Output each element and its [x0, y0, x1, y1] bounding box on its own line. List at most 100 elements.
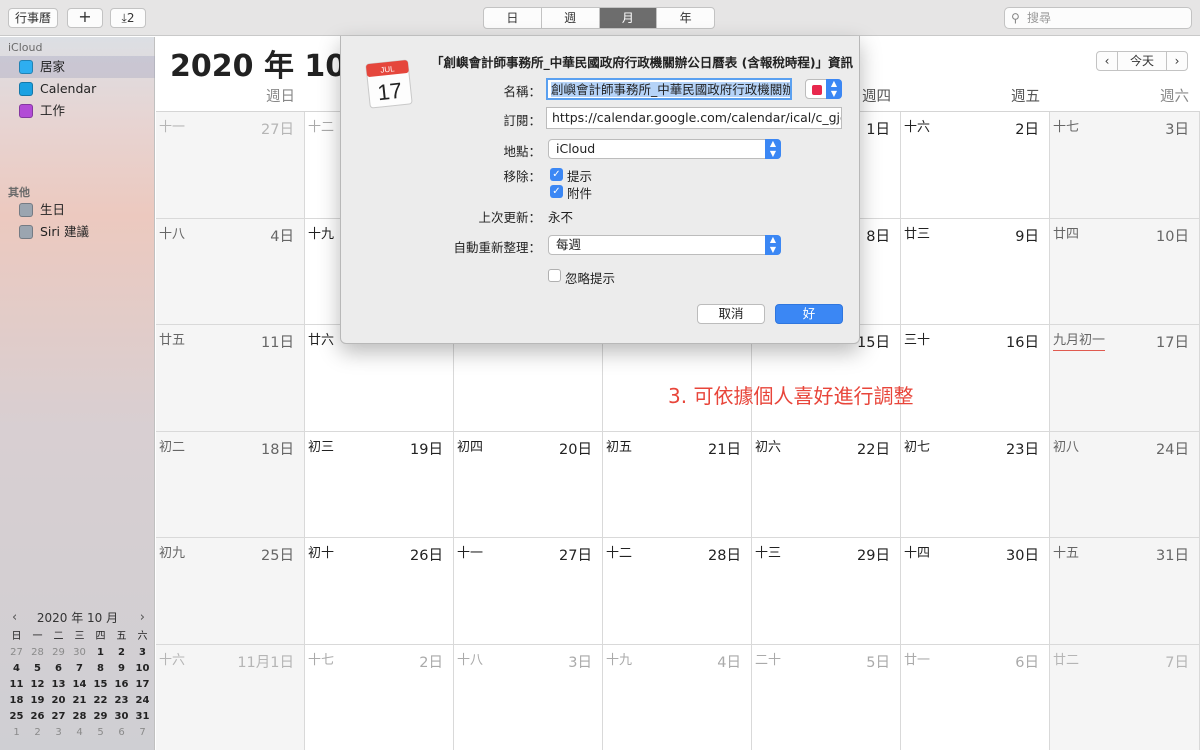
sidebar-item-work[interactable]: 工作 [0, 100, 155, 122]
mini-day[interactable]: 30 [111, 709, 132, 725]
day-cell[interactable]: 九月初一 17日 [1050, 325, 1200, 432]
calendar-color-swatch[interactable] [19, 203, 33, 217]
day-cell[interactable]: 初三 19日 [305, 431, 454, 538]
mini-day[interactable]: 12 [27, 677, 48, 693]
day-cell[interactable]: 二十 5日 [752, 644, 901, 750]
inbox-button[interactable]: ⤓2 [110, 8, 146, 28]
cancel-button[interactable]: 取消 [697, 304, 765, 324]
day-cell[interactable]: 廿二 7日 [1050, 644, 1200, 750]
mini-day[interactable]: 26 [27, 709, 48, 725]
day-cell[interactable]: 十七 3日 [1050, 112, 1200, 219]
day-cell[interactable]: 初四 20日 [454, 431, 603, 538]
mini-day[interactable]: 29 [90, 709, 111, 725]
mini-day[interactable]: 11 [6, 677, 27, 693]
day-cell[interactable]: 廿四 10日 [1050, 218, 1200, 325]
mini-day[interactable]: 6 [48, 661, 69, 677]
day-cell[interactable]: 十一 27日 [156, 112, 305, 219]
ok-button[interactable]: 好 [775, 304, 843, 324]
mini-day[interactable]: 5 [27, 661, 48, 677]
day-cell[interactable]: 初十 26日 [305, 538, 454, 645]
calendar-color-swatch[interactable] [19, 225, 33, 239]
sidebar-item-siri-suggestions[interactable]: Siri 建議 [0, 221, 155, 243]
mini-day[interactable]: 30 [69, 645, 90, 661]
day-cell[interactable]: 十一 27日 [454, 538, 603, 645]
auto-refresh-select[interactable]: 每週 ▲ ▼ [548, 235, 781, 255]
day-cell[interactable]: 十八 3日 [454, 644, 603, 750]
next-month-button[interactable]: › [1166, 51, 1188, 71]
day-cell[interactable]: 十六 2日 [901, 112, 1050, 219]
mini-day[interactable]: 10 [132, 661, 153, 677]
location-select[interactable]: iCloud ▲ ▼ [548, 139, 781, 159]
remove-attachments-checkbox[interactable]: ✓ [550, 185, 563, 198]
day-cell[interactable]: 初六 22日 [752, 431, 901, 538]
mini-day[interactable]: 18 [6, 693, 27, 709]
mini-day[interactable]: 16 [111, 677, 132, 693]
mini-day[interactable]: 2 [27, 725, 48, 741]
mini-day[interactable]: 2 [111, 645, 132, 661]
tab-day[interactable]: 日 [484, 8, 542, 28]
day-cell[interactable]: 十二 28日 [603, 538, 752, 645]
day-cell[interactable]: 十四 30日 [901, 538, 1050, 645]
tab-year[interactable]: 年 [657, 8, 714, 28]
mini-day[interactable]: 20 [48, 693, 69, 709]
mini-day[interactable]: 1 [90, 645, 111, 661]
day-cell[interactable]: 初八 24日 [1050, 431, 1200, 538]
mini-day[interactable]: 3 [48, 725, 69, 741]
day-cell[interactable]: 初七 23日 [901, 431, 1050, 538]
mini-day[interactable]: 25 [6, 709, 27, 725]
day-cell[interactable]: 十八 4日 [156, 218, 305, 325]
mini-day[interactable]: 17 [132, 677, 153, 693]
subscription-url-field[interactable]: https://calendar.google.com/calendar/ica… [546, 107, 842, 129]
mini-day[interactable]: 9 [111, 661, 132, 677]
mini-prev-month-button[interactable]: ‹ [12, 607, 17, 629]
mini-day[interactable]: 24 [132, 693, 153, 709]
add-event-button[interactable]: + [67, 8, 103, 28]
day-cell[interactable]: 十五 31日 [1050, 538, 1200, 645]
mini-day[interactable]: 1 [6, 725, 27, 741]
mini-day[interactable]: 27 [6, 645, 27, 661]
calendar-color-swatch[interactable] [19, 104, 33, 118]
mini-day[interactable]: 22 [90, 693, 111, 709]
day-cell[interactable]: 十六 11月1日 [156, 644, 305, 750]
tab-month[interactable]: 月 [599, 8, 658, 28]
mini-day[interactable]: 28 [27, 645, 48, 661]
mini-next-month-button[interactable]: › [140, 607, 145, 629]
mini-day[interactable]: 6 [111, 725, 132, 741]
mini-day[interactable]: 4 [6, 661, 27, 677]
color-picker[interactable]: ▲ ▼ [805, 79, 842, 99]
calendar-color-swatch[interactable] [19, 60, 33, 74]
day-cell[interactable]: 廿一 6日 [901, 644, 1050, 750]
name-field[interactable]: 創嶼會計師事務所_中華民國政府行政機關辦 [546, 78, 792, 100]
prev-month-button[interactable]: ‹ [1096, 51, 1118, 71]
day-cell[interactable]: 三十 16日 [901, 325, 1050, 432]
mini-day[interactable]: 5 [90, 725, 111, 741]
mini-day[interactable]: 14 [69, 677, 90, 693]
calendars-button[interactable]: 行事曆 [8, 8, 58, 28]
calendar-color-swatch[interactable] [19, 82, 33, 96]
today-button[interactable]: 今天 [1118, 51, 1166, 71]
tab-week[interactable]: 週 [542, 8, 600, 28]
mini-day[interactable]: 29 [48, 645, 69, 661]
sidebar-item-birthdays[interactable]: 生日 [0, 199, 155, 221]
ignore-alerts-checkbox[interactable] [548, 269, 561, 282]
search-input[interactable]: ⚲ 搜尋 [1004, 7, 1192, 29]
mini-day[interactable]: 8 [90, 661, 111, 677]
sidebar-item-calendar[interactable]: Calendar [0, 78, 155, 100]
sidebar-item-home[interactable]: 居家 [0, 56, 155, 78]
mini-day[interactable]: 23 [111, 693, 132, 709]
day-cell[interactable]: 十七 2日 [305, 644, 454, 750]
mini-day[interactable]: 7 [132, 725, 153, 741]
mini-day[interactable]: 19 [27, 693, 48, 709]
remove-alerts-checkbox[interactable]: ✓ [550, 168, 563, 181]
day-cell[interactable]: 初九 25日 [156, 538, 305, 645]
day-cell[interactable]: 廿三 9日 [901, 218, 1050, 325]
mini-day[interactable]: 3 [132, 645, 153, 661]
day-cell[interactable]: 十九 4日 [603, 644, 752, 750]
mini-day[interactable]: 4 [69, 725, 90, 741]
mini-day[interactable]: 13 [48, 677, 69, 693]
mini-day[interactable]: 7 [69, 661, 90, 677]
mini-day[interactable]: 27 [48, 709, 69, 725]
mini-day[interactable]: 28 [69, 709, 90, 725]
mini-day[interactable]: 31 [132, 709, 153, 725]
day-cell[interactable]: 廿五 11日 [156, 325, 305, 432]
